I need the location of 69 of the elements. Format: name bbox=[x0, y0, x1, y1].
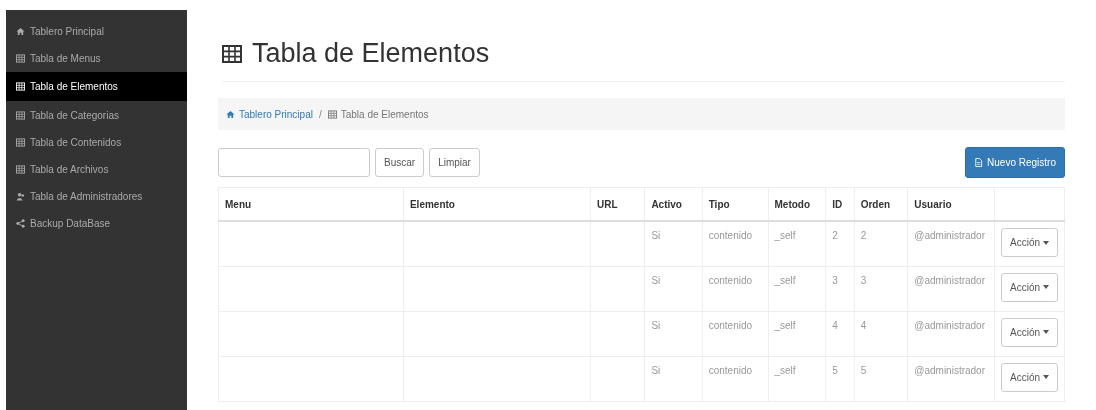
table-cell: 3 bbox=[825, 266, 855, 311]
sidebar-item[interactable]: Tabla de Categorias bbox=[6, 102, 187, 128]
table-cell: 4 bbox=[825, 311, 855, 356]
document-icon bbox=[974, 158, 984, 167]
column-header: ID bbox=[825, 187, 855, 221]
table-cell: contenido bbox=[702, 356, 768, 401]
table-cell: Si bbox=[644, 266, 703, 311]
table-cell: contenido bbox=[702, 221, 768, 266]
caret-icon bbox=[1043, 330, 1049, 334]
search-field[interactable] bbox=[218, 148, 370, 177]
table-icon bbox=[16, 53, 25, 63]
table-cell: @administrador bbox=[907, 356, 995, 401]
table-cell: Si bbox=[644, 221, 703, 266]
table-cell: 3 bbox=[854, 266, 908, 311]
sidebar-item[interactable]: Tabla de Contenidos bbox=[6, 129, 187, 155]
sidebar-item[interactable]: Tablero Principal bbox=[6, 18, 187, 44]
sidebar-item[interactable]: Tabla de Archivos bbox=[6, 156, 187, 182]
table-cell: _self bbox=[768, 221, 826, 266]
table-cell: 5 bbox=[854, 356, 908, 401]
table-cell: _self bbox=[768, 266, 826, 311]
table-cell: contenido bbox=[702, 311, 768, 356]
new-record-button[interactable]: Nuevo Registro bbox=[965, 147, 1065, 178]
sidebar-item[interactable]: Tabla de Elementos bbox=[6, 72, 187, 101]
table-icon bbox=[16, 82, 25, 91]
share-icon bbox=[16, 218, 25, 228]
action-dropdown-button[interactable]: Acción bbox=[1001, 272, 1058, 302]
column-header: Menu bbox=[218, 187, 404, 221]
caret-icon bbox=[1043, 285, 1049, 289]
action-dropdown-button[interactable]: Acción bbox=[1001, 317, 1058, 347]
breadcrumb-link[interactable]: Tablero Principal bbox=[239, 108, 313, 120]
table-cell: @administrador bbox=[907, 221, 995, 266]
action-dropdown-button[interactable]: Acción bbox=[1001, 362, 1058, 392]
table-icon bbox=[222, 43, 242, 64]
users-icon bbox=[16, 191, 25, 201]
column-header: URL bbox=[590, 187, 645, 221]
column-header: Usuario bbox=[907, 187, 995, 221]
table-icon bbox=[16, 137, 25, 147]
column-header: Orden bbox=[854, 187, 908, 221]
sidebar-item[interactable]: Tabla de Menus bbox=[6, 45, 187, 71]
sidebar-item[interactable]: Backup DataBase bbox=[6, 210, 187, 236]
caret-icon bbox=[1043, 240, 1049, 245]
sidebar-item[interactable]: Tabla de Administradores bbox=[6, 183, 187, 209]
search-button[interactable]: Buscar bbox=[375, 148, 425, 177]
column-header: Activo bbox=[644, 187, 703, 221]
action-dropdown-button[interactable]: Acción bbox=[1001, 228, 1058, 257]
table-icon bbox=[16, 110, 25, 120]
table-icon bbox=[327, 109, 337, 119]
table-cell: 5 bbox=[825, 356, 855, 401]
breadcrumb-current: Tabla de Elementos bbox=[340, 108, 429, 120]
column-header: Elemento bbox=[403, 187, 591, 221]
table-icon bbox=[16, 164, 25, 174]
home-icon bbox=[16, 26, 25, 36]
table-cell: Si bbox=[644, 356, 703, 401]
table-cell: 4 bbox=[854, 311, 908, 356]
column-header: Tipo bbox=[702, 187, 768, 221]
home-icon bbox=[226, 109, 235, 119]
breadcrumb-separator: / bbox=[318, 108, 322, 120]
table-cell: @administrador bbox=[907, 266, 995, 311]
clear-button[interactable]: Limpiar bbox=[429, 148, 480, 177]
table-cell: 2 bbox=[854, 221, 908, 266]
table-cell: _self bbox=[768, 356, 826, 401]
page-title: Tabla de Elementos bbox=[252, 38, 490, 69]
table-cell: Si bbox=[644, 311, 703, 356]
column-header: Metodo bbox=[768, 187, 826, 221]
caret-icon bbox=[1043, 375, 1049, 379]
table-cell: 2 bbox=[825, 221, 855, 266]
table-cell: @administrador bbox=[907, 311, 995, 356]
table-cell: contenido bbox=[702, 266, 768, 311]
table-cell: _self bbox=[768, 311, 826, 356]
